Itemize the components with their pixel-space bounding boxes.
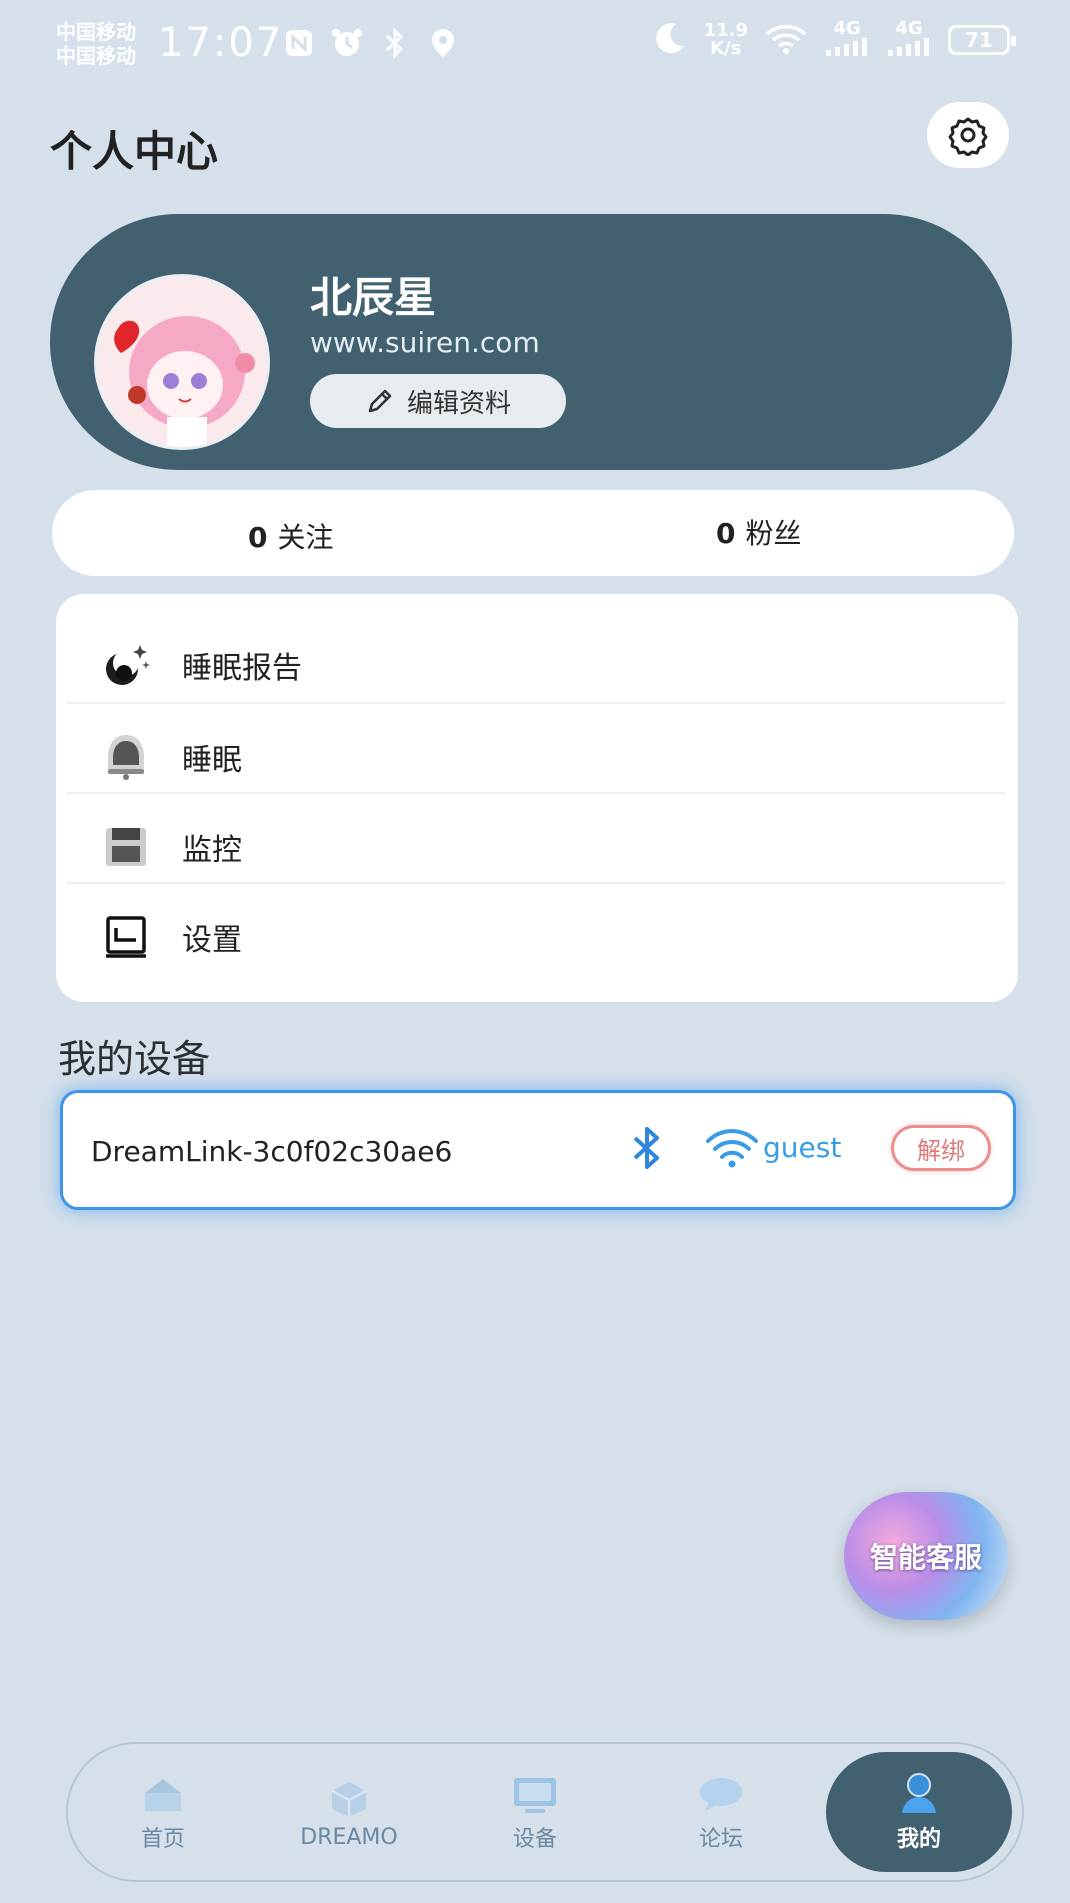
signal-1: 4G (824, 20, 870, 60)
nfc-icon (282, 26, 316, 60)
nav-home[interactable]: 首页 (88, 1744, 238, 1884)
nav-me[interactable]: 我的 (826, 1752, 1012, 1872)
home-icon (145, 1779, 181, 1811)
profile-card: 北辰星 www.suiren.com 编辑资料 (50, 214, 1012, 470)
signal-bars-icon (888, 38, 929, 56)
nav-label: 论坛 (698, 1827, 743, 1852)
menu-item-settings[interactable]: 设置 (66, 892, 1006, 982)
wifi-status-icon (764, 22, 808, 58)
settings-panel-icon (100, 911, 152, 963)
signal-2: 4G (886, 20, 932, 60)
unbind-button[interactable]: 解绑 (891, 1125, 991, 1171)
moon-icon (652, 20, 688, 60)
menu-item-monitor[interactable]: 监控 (66, 802, 1006, 892)
following-stat[interactable]: 0 关注 (248, 516, 334, 556)
net-speed: 11.9 K/s (703, 20, 748, 59)
nav-label: 我的 (896, 1827, 941, 1852)
smart-service-button[interactable]: 智能客服 (844, 1492, 1008, 1620)
followers-count: 0 (716, 517, 736, 550)
edit-profile-button[interactable]: 编辑资料 (310, 374, 566, 428)
monitor-icon (514, 1778, 556, 1813)
device-name: DreamLink-3c0f02c30ae6 (91, 1135, 453, 1168)
stats-bar: 0 关注 0 粉丝 (52, 490, 1014, 576)
battery-indicator: 71 (948, 25, 1016, 55)
following-label: 关注 (277, 521, 334, 554)
bluetooth-icon (629, 1125, 665, 1175)
edit-profile-label: 编辑资料 (406, 388, 511, 419)
smart-service-label: 智能客服 (869, 1541, 982, 1574)
user-icon (902, 1773, 936, 1813)
pencil-icon (368, 389, 392, 413)
carrier-1: 中国移动 (56, 20, 136, 44)
nav-forum[interactable]: 论坛 (646, 1744, 796, 1884)
nav-devices[interactable]: 设备 (460, 1744, 610, 1884)
chat-icon (700, 1778, 742, 1811)
section-title-devices: 我的设备 (58, 1037, 211, 1081)
wifi-icon (705, 1127, 759, 1173)
username: 北辰星 (310, 273, 437, 322)
menu-label: 设置 (182, 923, 242, 958)
clock: 17:07 (158, 20, 284, 66)
device-card[interactable]: DreamLink-3c0f02c30ae6 guest 解绑 (60, 1090, 1016, 1210)
settings-button[interactable] (927, 102, 1009, 168)
page-title: 个人中心 (50, 127, 219, 176)
wifi-name: guest (763, 1131, 842, 1164)
monitor-box-icon (100, 821, 152, 873)
carrier-2: 中国移动 (56, 44, 136, 68)
followers-label: 粉丝 (745, 517, 802, 550)
menu-divider (66, 702, 1006, 704)
carrier-labels: 中国移动 中国移动 (56, 20, 136, 68)
menu-label: 睡眠 (182, 743, 242, 778)
nav-dreamo[interactable]: DREAMO (274, 1744, 424, 1884)
bell-icon (100, 731, 152, 783)
menu-label: 睡眠报告 (182, 651, 302, 686)
following-count: 0 (248, 521, 268, 554)
nav-label: 设备 (512, 1827, 557, 1852)
menu-divider (66, 792, 1006, 794)
moon-stars-icon (100, 639, 152, 691)
menu-item-sleep-report[interactable]: 睡眠报告 (66, 620, 1006, 710)
profile-website: www.suiren.com (310, 326, 540, 359)
location-icon (426, 26, 460, 60)
cube-icon (331, 1781, 367, 1817)
signal-bars-icon (826, 38, 867, 56)
status-bar: 中国移动 中国移动 17:07 11.9 K/s 4G 4G 71 (0, 0, 1070, 92)
nav-label: DREAMO (300, 1824, 398, 1850)
status-icons-right: 11.9 K/s 4G 4G 71 (652, 20, 1016, 60)
nav-label: 首页 (140, 1827, 185, 1852)
avatar[interactable] (94, 274, 270, 450)
menu-card: 睡眠报告 睡眠 监控 设置 (56, 594, 1018, 1002)
bluetooth-status-icon (378, 26, 412, 60)
bottom-nav: 首页 DREAMO 设备 论坛 我的 (66, 1742, 1024, 1882)
menu-item-sleep[interactable]: 睡眠 (66, 712, 1006, 802)
alarm-icon (330, 26, 364, 60)
followers-stat[interactable]: 0 粉丝 (716, 512, 802, 552)
menu-divider (66, 882, 1006, 884)
menu-label: 监控 (182, 833, 242, 868)
status-icons-left (282, 26, 460, 60)
avatar-image (97, 277, 267, 447)
gear-icon (948, 117, 988, 156)
